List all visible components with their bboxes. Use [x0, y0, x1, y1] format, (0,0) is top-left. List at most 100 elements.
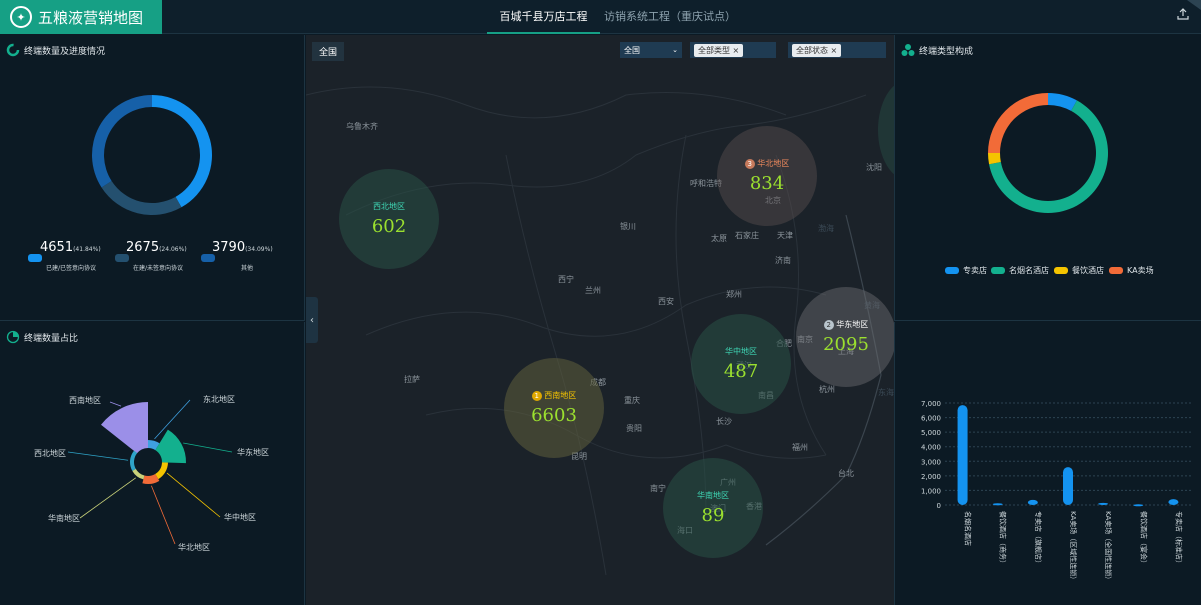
- city-label: 沈阳: [866, 163, 882, 172]
- x-tick-label: 名烟名酒店: [964, 511, 973, 546]
- city-label: 长沙: [716, 417, 732, 426]
- tab-visit-system[interactable]: 访销系统工程（重庆试点）: [604, 0, 736, 34]
- legend-label-not-signed: 在建/未签意向协议: [133, 265, 184, 272]
- logo-text: 五粮液营销地图: [38, 8, 144, 27]
- chevron-down-icon: ⌄: [672, 46, 678, 54]
- legend-swatch-other: [201, 254, 215, 262]
- bar[interactable]: [1098, 502, 1109, 505]
- bar[interactable]: [992, 503, 1003, 506]
- rose-sector[interactable]: [101, 402, 148, 454]
- close-icon[interactable]: ×: [733, 46, 740, 55]
- corner-toggle[interactable]: [1187, 0, 1201, 10]
- y-tick-label: 0: [937, 502, 941, 510]
- y-tick-label: 6,000: [921, 415, 941, 423]
- rose-sector[interactable]: [155, 462, 168, 480]
- rank-badge: 2: [823, 320, 834, 330]
- city-label: 石家庄: [735, 231, 759, 240]
- region-bubble-northwest[interactable]: 西北地区 602: [339, 169, 439, 269]
- type-bar-panel: 0 1,000 2,000 3,000 4,000 5,000 6,000 7,000 名烟名酒…: [894, 322, 1201, 605]
- rose-label: 华东地区: [237, 447, 269, 457]
- region-bubble-east[interactable]: 2 华东地区 2095: [796, 287, 894, 387]
- logo-icon: ✦: [10, 6, 32, 28]
- rose-label: 华北地区: [178, 542, 210, 552]
- rose-label: 西北地区: [34, 448, 66, 458]
- sea-label: 东海: [878, 388, 894, 397]
- city-label: 西宁: [558, 275, 574, 284]
- bar[interactable]: [1063, 467, 1073, 505]
- city-label: 银川: [620, 222, 636, 231]
- rank-badge: 1: [531, 391, 542, 401]
- rose-sector[interactable]: [130, 450, 138, 471]
- x-tick-label: 专卖店（旗舰店）: [1034, 511, 1043, 567]
- rose-label: 华中地区: [224, 512, 256, 522]
- y-tick-label: 4,000: [921, 444, 941, 452]
- map-area[interactable]: 全国 全国 ⌄ 全部类型 × 全部状态 × 乌鲁木齐 呼和浩特 北京 沈阳 银川 …: [306, 35, 894, 605]
- region-bubble-southwest[interactable]: 1 西南地区 6603: [504, 358, 604, 458]
- city-label: 福州: [792, 443, 808, 452]
- city-label: 杭州: [819, 385, 835, 394]
- region-bubble-central[interactable]: 华中地区 487: [691, 314, 791, 414]
- city-label: 拉萨: [404, 375, 420, 384]
- y-tick-label: 2,000: [921, 473, 941, 481]
- x-tick-label: 专卖店（标准店）: [1174, 511, 1183, 567]
- city-label: 太原: [711, 234, 727, 243]
- bar[interactable]: [1168, 499, 1179, 505]
- donut-slice[interactable]: [1048, 93, 1077, 111]
- region-rose-chart: 西南地区 东北地区华东地区华中地区华北地区 华南地区 西北地区: [34, 394, 269, 552]
- status-chip[interactable]: 全部状态 ×: [792, 43, 842, 57]
- type-filter[interactable]: 全部类型 ×: [690, 42, 776, 58]
- stat-signed: 4651(41.84%): [40, 240, 101, 255]
- bar[interactable]: [1027, 499, 1038, 505]
- donut-slice[interactable]: [101, 180, 182, 215]
- rose-label: 东北地区: [203, 394, 235, 404]
- x-tick-label: KA卖场（区域性连锁）: [1069, 511, 1078, 583]
- donut-slice[interactable]: [92, 95, 152, 188]
- y-tick-label: 3,000: [921, 458, 941, 466]
- city-label: 郑州: [726, 290, 742, 299]
- collapse-panel-button[interactable]: ‹: [306, 297, 318, 343]
- progress-panel: 终端数量及进度情况 4651(41.84%) 2675(24.06%) 3790…: [0, 35, 305, 321]
- rank-badge: 3: [744, 159, 755, 169]
- rose-sector[interactable]: [132, 468, 145, 480]
- city-label: 天津: [777, 231, 793, 240]
- bar[interactable]: [1133, 504, 1144, 507]
- y-tick-label: 7,000: [921, 400, 941, 408]
- legend-swatch-signed: [28, 254, 42, 262]
- type-chip[interactable]: 全部类型 ×: [694, 43, 744, 57]
- city-label: 济南: [775, 256, 791, 265]
- tab-city-county-store[interactable]: 百城千县万店工程: [487, 0, 600, 34]
- city-label: 重庆: [624, 396, 640, 405]
- top-bar: ✦ 五粮液营销地图 百城千县万店工程 访销系统工程（重庆试点）: [0, 0, 1201, 34]
- y-tick-label: 1,000: [921, 487, 941, 495]
- scope-button[interactable]: 全国: [312, 42, 345, 61]
- region-bubble-south[interactable]: 华南地区 89: [663, 458, 763, 558]
- close-icon[interactable]: ×: [831, 46, 838, 55]
- sea-label: 渤海: [818, 224, 834, 233]
- legend-item-specialty[interactable]: 专卖店: [945, 265, 987, 276]
- donut-slice[interactable]: [152, 95, 213, 208]
- region-bubble-north[interactable]: 3 华北地区 834: [717, 126, 817, 226]
- legend-item-ka[interactable]: KA卖场: [1109, 265, 1154, 276]
- app-logo[interactable]: ✦ 五粮液营销地图: [0, 0, 162, 34]
- status-filter[interactable]: 全部状态 ×: [788, 42, 886, 58]
- progress-donut: [92, 95, 213, 215]
- city-label: 南宁: [650, 484, 666, 493]
- type-donut: [988, 93, 1108, 213]
- stat-not-signed: 2675(24.06%): [126, 240, 187, 255]
- rose-sector[interactable]: [155, 429, 186, 464]
- legend-item-famous[interactable]: 名烟名酒店: [991, 265, 1049, 276]
- rose-label: 西南地区: [69, 395, 101, 405]
- export-icon[interactable]: [1177, 8, 1189, 24]
- city-label: 西安: [658, 297, 674, 306]
- region-select[interactable]: 全国 ⌄: [620, 42, 682, 58]
- city-label: 乌鲁木齐: [346, 122, 378, 131]
- donut-slice[interactable]: [988, 93, 1048, 153]
- x-tick-label: 餐饮酒店（商务）: [999, 511, 1008, 567]
- rose-label: 华南地区: [48, 513, 80, 523]
- x-tick-label: KA卖场（全国性连锁）: [1104, 511, 1113, 583]
- city-label: 台北: [838, 469, 854, 478]
- legend-label-other: 其他: [241, 265, 254, 272]
- region-panel: 终端数量占比 西南地区 东北地区 华东地区 华中地区 华北地区 华南地区 西北地区: [0, 322, 305, 605]
- legend-item-restaurant[interactable]: 餐饮酒店: [1054, 265, 1104, 276]
- bar[interactable]: [957, 405, 968, 505]
